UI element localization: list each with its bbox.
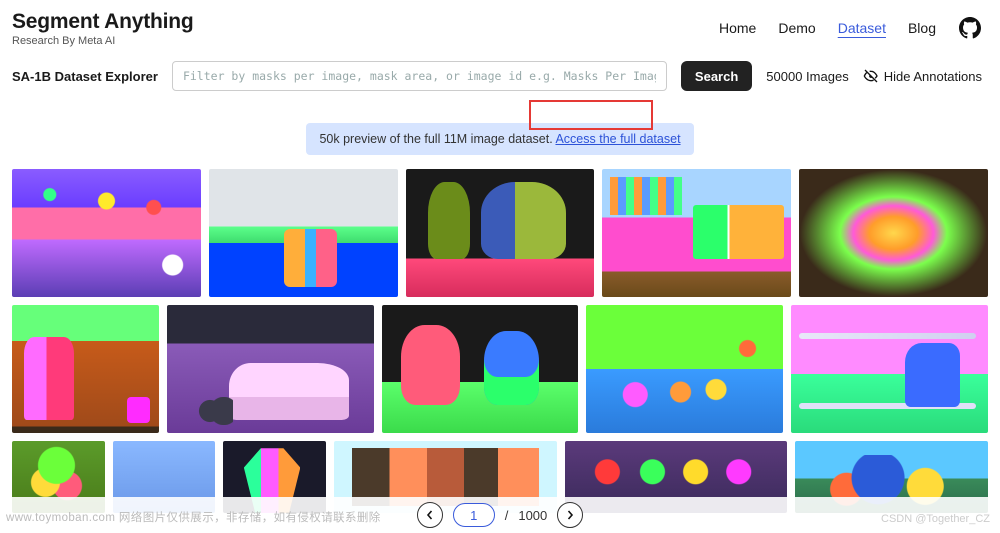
search-button[interactable]: Search — [681, 61, 752, 91]
page-total: 1000 — [518, 508, 547, 523]
eye-off-icon — [863, 68, 879, 84]
image-thumbnail[interactable] — [12, 169, 201, 297]
image-thumbnail[interactable] — [799, 169, 988, 297]
banner-text: 50k preview of the full 11M image datase… — [319, 132, 555, 146]
github-icon[interactable] — [958, 16, 982, 40]
chevron-right-icon — [565, 510, 575, 520]
image-thumbnail[interactable] — [167, 305, 374, 433]
explorer-label: SA-1B Dataset Explorer — [12, 69, 158, 84]
image-grid — [12, 169, 988, 513]
page-title: Segment Anything — [12, 10, 194, 34]
next-page-button[interactable] — [557, 502, 583, 528]
hide-annotations-toggle[interactable]: Hide Annotations — [863, 68, 982, 84]
page-separator: / — [505, 508, 509, 523]
image-count: 50000 Images — [766, 69, 848, 84]
search-input[interactable] — [172, 61, 667, 91]
title-block: Segment Anything Research By Meta AI — [12, 10, 194, 47]
access-full-dataset-link[interactable]: Access the full dataset — [555, 132, 680, 146]
image-thumbnail[interactable] — [209, 169, 398, 297]
gallery-scroll[interactable]: 50k preview of the full 11M image datase… — [0, 99, 1000, 517]
image-thumbnail[interactable] — [382, 305, 579, 433]
page-input[interactable] — [453, 503, 495, 527]
image-thumbnail[interactable] — [791, 305, 988, 433]
preview-banner: 50k preview of the full 11M image datase… — [306, 123, 693, 155]
image-thumbnail[interactable] — [586, 305, 783, 433]
image-thumbnail[interactable] — [406, 169, 595, 297]
image-thumbnail[interactable] — [12, 305, 159, 433]
nav-demo[interactable]: Demo — [778, 20, 815, 36]
chevron-left-icon — [425, 510, 435, 520]
nav-dataset[interactable]: Dataset — [838, 20, 886, 36]
prev-page-button[interactable] — [417, 502, 443, 528]
hide-annotations-label: Hide Annotations — [884, 69, 982, 84]
pagination: / 1000 — [0, 497, 1000, 533]
top-nav: Home Demo Dataset Blog — [719, 16, 982, 40]
nav-home[interactable]: Home — [719, 20, 756, 36]
image-thumbnail[interactable] — [602, 169, 791, 297]
page-subtitle: Research By Meta AI — [12, 35, 194, 47]
github-icon-svg — [959, 17, 981, 39]
nav-blog[interactable]: Blog — [908, 20, 936, 36]
